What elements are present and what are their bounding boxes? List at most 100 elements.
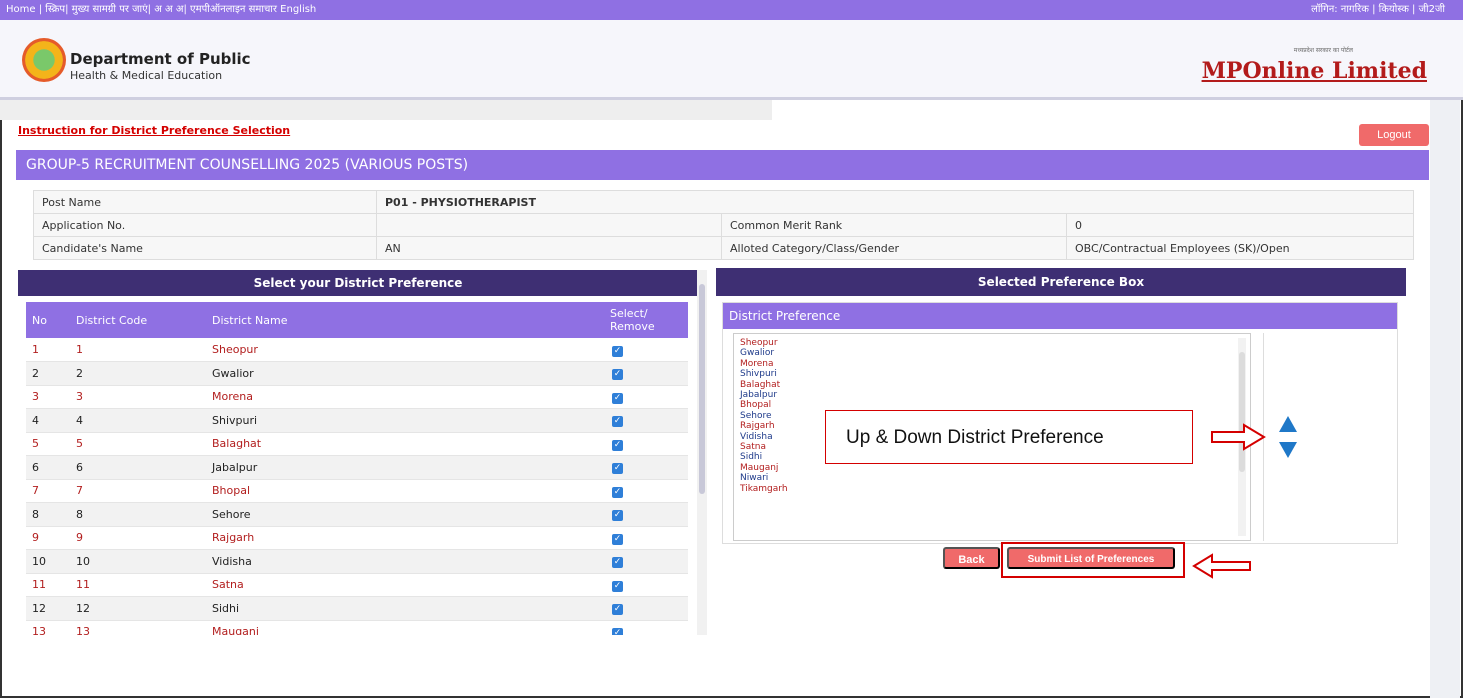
callout-arrow-icon	[1211, 423, 1266, 451]
brand-tagline: मध्यप्रदेश सरकार का पोर्टल	[1293, 47, 1353, 54]
row-select-cell: ✓	[604, 361, 688, 386]
row-district-code: 11	[70, 573, 206, 597]
page-scrollbar[interactable]	[1430, 100, 1460, 698]
row-district-name: Vidisha	[206, 549, 604, 574]
move-up-icon[interactable]	[1279, 416, 1297, 432]
district-table: No District Code District Name Select/ R…	[26, 302, 688, 635]
col-district-name: District Name	[206, 302, 604, 338]
row-district-name: Mauganj	[206, 620, 604, 635]
row-no: 3	[26, 385, 70, 409]
logout-button[interactable]: Logout	[1359, 124, 1429, 146]
district-table-scrollbar[interactable]	[697, 270, 707, 635]
submit-arrow-icon	[1192, 553, 1251, 579]
select-checkbox[interactable]: ✓	[612, 369, 623, 381]
select-checkbox[interactable]: ✓	[612, 463, 623, 475]
candidate-info-table: Post Name P01 - PHYSIOTHERAPIST Applicat…	[33, 190, 1414, 260]
mponline-logo: MPOnline Limited	[1201, 58, 1427, 84]
select-checkbox[interactable]: ✓	[612, 345, 623, 357]
submit-preferences-button[interactable]: Submit List of Preferences	[1007, 547, 1175, 569]
post-name-label: Post Name	[33, 190, 377, 214]
top-nav-links[interactable]: Home | स्क्रिप| मुख्य सामग्री पर जाएं| अ…	[6, 0, 316, 20]
row-district-name: Morena	[206, 385, 604, 409]
row-district-code: 2	[70, 361, 206, 386]
row-select-cell: ✓	[604, 338, 688, 362]
row-select-cell: ✓	[604, 549, 688, 574]
col-no: No	[26, 302, 70, 338]
preference-item[interactable]: Jabalpur	[740, 390, 1244, 400]
select-checkbox[interactable]: ✓	[612, 416, 623, 428]
department-name: Department of Public	[70, 50, 251, 68]
row-select-cell: ✓	[604, 573, 688, 597]
row-no: 2	[26, 361, 70, 386]
select-checkbox[interactable]: ✓	[612, 580, 623, 592]
category-value: OBC/Contractual Employees (SK)/Open	[1066, 236, 1414, 260]
table-row: 5 5 Balaghat ✓	[26, 432, 688, 456]
select-checkbox[interactable]: ✓	[612, 557, 623, 569]
row-no: 4	[26, 408, 70, 433]
annotation-callout: Up & Down District Preference	[825, 410, 1193, 464]
row-no: 6	[26, 455, 70, 480]
department-logo-icon	[22, 38, 66, 82]
department-subtitle: Health & Medical Education	[70, 69, 223, 82]
application-no-value	[376, 213, 722, 237]
login-links[interactable]: लॉगिन: नागरिक | कियोस्क | जी2जी	[1311, 0, 1445, 20]
table-row: 4 4 Shivpuri ✓	[26, 408, 688, 433]
row-no: 10	[26, 549, 70, 574]
row-district-code: 10	[70, 549, 206, 574]
preference-item[interactable]: Niwari	[740, 473, 1244, 483]
row-no: 13	[26, 620, 70, 635]
district-select-panel: Select your District Preference No Distr…	[18, 270, 698, 635]
scrollbar-thumb[interactable]	[699, 284, 705, 494]
row-district-code: 3	[70, 385, 206, 409]
row-no: 9	[26, 526, 70, 550]
row-select-cell: ✓	[604, 596, 688, 621]
move-down-icon[interactable]	[1279, 442, 1297, 458]
row-no: 12	[26, 596, 70, 621]
row-district-name: Bhopal	[206, 479, 604, 503]
preference-item[interactable]: Shivpuri	[740, 369, 1244, 379]
page-title: GROUP-5 RECRUITMENT COUNSELLING 2025 (VA…	[16, 150, 1429, 180]
row-district-name: Rajgarh	[206, 526, 604, 550]
row-district-name: Balaghat	[206, 432, 604, 456]
select-checkbox[interactable]: ✓	[612, 627, 623, 635]
table-row: 9 9 Rajgarh ✓	[26, 526, 688, 550]
preference-item[interactable]: Sheopur	[740, 338, 1244, 348]
table-row: 12 12 Sidhi ✓	[26, 596, 688, 621]
table-row: 7 7 Bhopal ✓	[26, 479, 688, 503]
preference-item[interactable]: Gwalior	[740, 348, 1244, 358]
table-row: 2 2 Gwalior ✓	[26, 361, 688, 386]
row-district-code: 8	[70, 502, 206, 527]
preference-item[interactable]: Morena	[740, 359, 1244, 369]
table-row: 10 10 Vidisha ✓	[26, 549, 688, 574]
row-no: 11	[26, 573, 70, 597]
row-select-cell: ✓	[604, 408, 688, 433]
row-select-cell: ✓	[604, 432, 688, 456]
select-checkbox[interactable]: ✓	[612, 486, 623, 498]
select-checkbox[interactable]: ✓	[612, 604, 623, 616]
preference-list-header: District Preference	[723, 303, 1397, 329]
row-select-cell: ✓	[604, 479, 688, 503]
col-district-code: District Code	[70, 302, 206, 338]
instruction-link[interactable]: Instruction for District Preference Sele…	[18, 124, 290, 137]
row-select-cell: ✓	[604, 526, 688, 550]
row-district-code: 13	[70, 620, 206, 635]
preference-item[interactable]: Balaghat	[740, 380, 1244, 390]
table-row: 6 6 Jabalpur ✓	[26, 455, 688, 480]
back-button[interactable]: Back	[943, 547, 1000, 569]
select-checkbox[interactable]: ✓	[612, 392, 623, 404]
row-district-code: 1	[70, 338, 206, 362]
row-district-name: Sheopur	[206, 338, 604, 362]
col-select-remove: Select/ Remove	[604, 302, 688, 338]
select-checkbox[interactable]: ✓	[612, 439, 623, 451]
table-row: 3 3 Morena ✓	[26, 385, 688, 409]
row-district-code: 5	[70, 432, 206, 456]
preference-item[interactable]: Tikamgarh	[740, 484, 1244, 494]
preference-scroll-thumb[interactable]	[1239, 352, 1245, 472]
row-no: 8	[26, 502, 70, 527]
row-district-name: Jabalpur	[206, 455, 604, 480]
row-select-cell: ✓	[604, 455, 688, 480]
row-district-code: 6	[70, 455, 206, 480]
table-row: 8 8 Sehore ✓	[26, 502, 688, 527]
select-checkbox[interactable]: ✓	[612, 510, 623, 522]
select-checkbox[interactable]: ✓	[612, 533, 623, 545]
